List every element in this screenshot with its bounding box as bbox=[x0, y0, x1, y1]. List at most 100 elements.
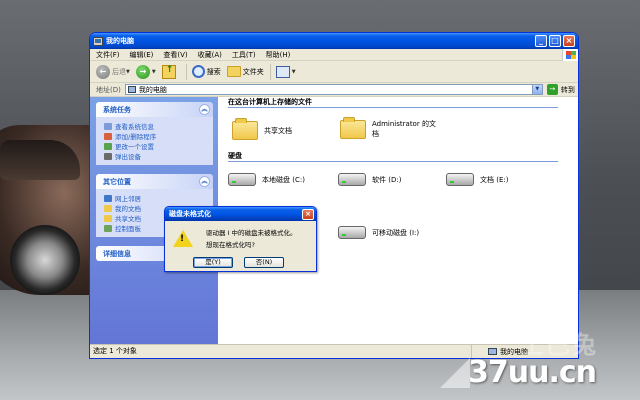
network-icon bbox=[104, 194, 112, 202]
up-button[interactable] bbox=[161, 64, 180, 79]
address-input[interactable]: 我的电脑 ▼ bbox=[124, 84, 543, 95]
collapse-icon[interactable]: ︽ bbox=[199, 176, 210, 187]
watermark-domain: 37uu.cn bbox=[468, 355, 597, 390]
dialog-message-line1: 驱动器 I 中的磁盘未被格式化。 bbox=[206, 229, 297, 237]
search-button[interactable]: 搜索 bbox=[191, 65, 221, 78]
removable-disk-i[interactable]: 可移动磁盘 (I:) bbox=[338, 226, 419, 239]
minimize-button[interactable]: _ bbox=[535, 35, 547, 47]
folder-icon bbox=[232, 118, 258, 140]
hard-drive-icon bbox=[338, 173, 366, 186]
hard-drive-icon bbox=[446, 173, 474, 186]
chevron-down-icon: ▼ bbox=[291, 68, 296, 75]
menu-edit[interactable]: 编辑(E) bbox=[130, 50, 154, 60]
dialog-title-bar[interactable]: 磁盘未格式化 × bbox=[165, 207, 316, 221]
folders-label: 文件夹 bbox=[242, 67, 264, 76]
disk-c[interactable]: 本地磁盘 (C:) bbox=[228, 173, 305, 186]
toolbar-divider bbox=[185, 63, 187, 80]
removable-drive-icon bbox=[338, 226, 366, 239]
other-places-title: 其它位置 bbox=[103, 177, 131, 186]
section-disks-title: 硬盘 bbox=[228, 151, 558, 162]
forward-button[interactable]: → ▼ bbox=[135, 64, 156, 79]
close-button[interactable]: × bbox=[563, 35, 575, 47]
my-computer-icon bbox=[488, 348, 497, 355]
my-computer-icon bbox=[93, 36, 103, 46]
system-tasks-body: 查看系统信息 添加/删除程序 更改一个设置 弹出设备 bbox=[96, 117, 213, 165]
system-tasks-header[interactable]: 系统任务 ︽ bbox=[96, 102, 213, 117]
system-tasks-title: 系统任务 bbox=[103, 105, 131, 114]
back-label: 后退 bbox=[112, 67, 126, 76]
system-tasks-panel: 系统任务 ︽ 查看系统信息 添加/删除程序 更改一个设置 弹出设备 bbox=[96, 102, 213, 165]
task-change-setting[interactable]: 更改一个设置 bbox=[104, 141, 213, 151]
folder-icon bbox=[104, 204, 112, 212]
status-selection: 选定 1 个对象 bbox=[90, 345, 472, 358]
removable-disk-label: 可移动磁盘 (I:) bbox=[372, 228, 420, 237]
admin-docs-label-line2: 档 bbox=[372, 130, 379, 138]
my-computer-icon bbox=[127, 86, 136, 93]
shared-docs-folder[interactable]: 共享文档 bbox=[232, 118, 292, 140]
task-label: 查看系统信息 bbox=[115, 123, 154, 131]
disk-e-label: 文档 (E:) bbox=[480, 175, 509, 184]
other-places-header[interactable]: 其它位置 ︽ bbox=[96, 174, 213, 189]
maximize-button[interactable]: □ bbox=[549, 35, 561, 47]
go-label: 转到 bbox=[560, 85, 575, 94]
dialog-body: ! 驱动器 I 中的磁盘未被格式化。 想现在格式化吗? 是(Y) 否(N) bbox=[165, 221, 316, 271]
watermark-logo-icon bbox=[440, 358, 470, 388]
back-arrow-icon: ← bbox=[96, 64, 110, 79]
toolbar-divider bbox=[269, 63, 271, 80]
menu-file[interactable]: 文件(F) bbox=[96, 50, 120, 60]
folders-button[interactable]: 文件夹 bbox=[226, 66, 264, 77]
place-network[interactable]: 网上邻居 bbox=[104, 193, 213, 203]
control-panel-icon bbox=[104, 224, 112, 232]
address-value: 我的电脑 bbox=[138, 85, 167, 94]
task-view-system-info[interactable]: 查看系统信息 bbox=[104, 121, 213, 131]
menu-tools[interactable]: 工具(T) bbox=[232, 50, 256, 60]
title-bar[interactable]: 我的电脑 _ □ × bbox=[90, 33, 578, 49]
folder-up-icon bbox=[161, 64, 176, 79]
back-button[interactable]: ← 后退 ▼ bbox=[96, 64, 130, 79]
details-title: 详细信息 bbox=[103, 249, 131, 258]
disk-d[interactable]: 软件 (D:) bbox=[338, 173, 401, 186]
background-car-window bbox=[0, 140, 80, 180]
place-label: 控制面板 bbox=[115, 225, 141, 233]
programs-icon bbox=[104, 132, 112, 140]
no-button[interactable]: 否(N) bbox=[244, 257, 284, 268]
hard-drive-icon bbox=[228, 173, 256, 186]
views-button[interactable]: ▼ bbox=[275, 65, 296, 78]
chevron-down-icon: ▼ bbox=[151, 68, 156, 75]
menu-view[interactable]: 查看(V) bbox=[163, 50, 187, 60]
folder-icon bbox=[104, 214, 112, 222]
folder-icon bbox=[340, 116, 366, 139]
explorer-window: 我的电脑 _ □ × 文件(F) 编辑(E) 查看(V) 收藏(A) 工具(T)… bbox=[89, 32, 579, 359]
admin-docs-folder[interactable]: Administrator 的文 档 bbox=[340, 116, 436, 139]
disk-d-label: 软件 (D:) bbox=[372, 175, 402, 184]
task-eject-device[interactable]: 弹出设备 bbox=[104, 151, 213, 161]
menu-bar: 文件(F) 编辑(E) 查看(V) 收藏(A) 工具(T) 帮助(H) bbox=[90, 48, 578, 61]
menu-favorites[interactable]: 收藏(A) bbox=[198, 50, 222, 60]
admin-docs-label-line1: Administrator 的文 bbox=[372, 120, 436, 128]
disk-e[interactable]: 文档 (E:) bbox=[446, 173, 508, 186]
address-bar: 地址(D) 我的电脑 ▼ → 转到 bbox=[90, 83, 578, 97]
yes-button[interactable]: 是(Y) bbox=[193, 257, 233, 268]
disk-c-label: 本地磁盘 (C:) bbox=[262, 175, 305, 184]
search-icon bbox=[191, 65, 205, 78]
background-car-wheel bbox=[10, 225, 80, 295]
address-label: 地址(D) bbox=[96, 85, 121, 94]
task-label: 添加/删除程序 bbox=[115, 133, 157, 141]
address-dropdown-button[interactable]: ▼ bbox=[531, 85, 542, 94]
task-label: 弹出设备 bbox=[115, 153, 141, 161]
system-info-icon bbox=[104, 122, 112, 130]
shared-docs-label: 共享文档 bbox=[264, 126, 292, 135]
place-label: 共享文档 bbox=[115, 215, 141, 223]
collapse-icon[interactable]: ︽ bbox=[199, 104, 210, 115]
folder-icon bbox=[226, 66, 241, 77]
task-add-remove-programs[interactable]: 添加/删除程序 bbox=[104, 131, 213, 141]
views-icon bbox=[275, 65, 290, 78]
dialog-close-button[interactable]: × bbox=[302, 208, 314, 220]
format-dialog: 磁盘未格式化 × ! 驱动器 I 中的磁盘未被格式化。 想现在格式化吗? 是(Y… bbox=[164, 206, 317, 272]
menu-help[interactable]: 帮助(H) bbox=[266, 50, 291, 60]
go-button[interactable]: → 转到 bbox=[546, 84, 575, 95]
dialog-message-line2: 想现在格式化吗? bbox=[206, 241, 255, 249]
chevron-down-icon: ▼ bbox=[126, 68, 130, 75]
warning-exclamation: ! bbox=[180, 234, 185, 244]
section-files-title: 在这台计算机上存储的文件 bbox=[228, 97, 558, 108]
